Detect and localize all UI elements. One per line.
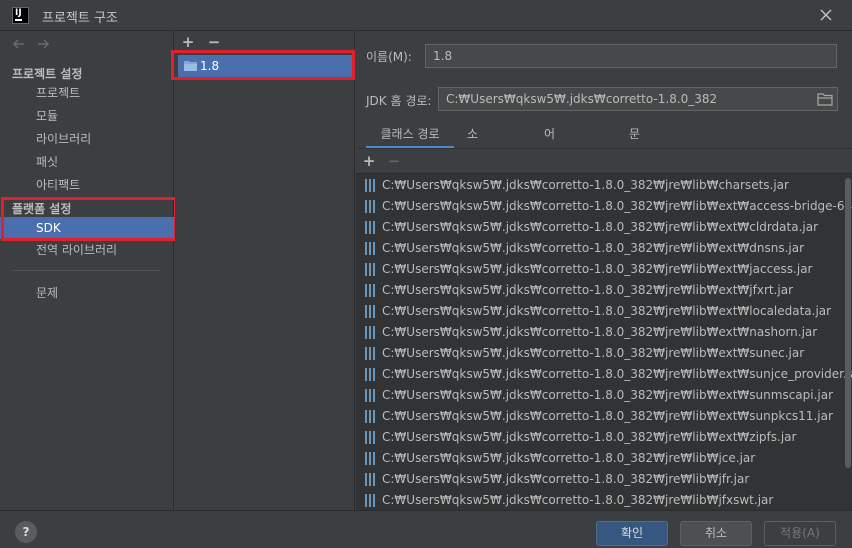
cancel-button[interactable]: 취소 — [680, 521, 752, 546]
classpath-scrollbar[interactable] — [845, 178, 851, 468]
jar-icon — [365, 410, 375, 423]
list-item[interactable]: C:₩Users₩qksw5₩.jdks₩corretto-1.8.0_382₩… — [356, 364, 852, 385]
jar-icon — [365, 326, 375, 339]
classpath-list[interactable]: C:₩Users₩qksw5₩.jdks₩corretto-1.8.0_382₩… — [356, 173, 852, 510]
classpath-entry-text: C:₩Users₩qksw5₩.jdks₩corretto-1.8.0_382₩… — [382, 283, 794, 297]
sidebar-item-artifacts[interactable]: 아티팩트 — [0, 174, 174, 196]
sdk-details-panel: 이름(M): 1.8 JDK 홈 경로: C:₩Users₩qksw5₩.jdk… — [356, 31, 852, 510]
jar-icon — [365, 347, 375, 360]
window-title: 프로젝트 구조 — [42, 11, 118, 26]
list-item[interactable]: C:₩Users₩qksw5₩.jdks₩corretto-1.8.0_382₩… — [356, 469, 842, 490]
jar-icon — [365, 263, 375, 276]
sidebar-separator — [12, 270, 160, 271]
tab-sourcepath[interactable]: 소스 경로 — [467, 123, 478, 207]
classpath-toolbar: + − — [356, 149, 852, 173]
list-item[interactable]: C:₩Users₩qksw5₩.jdks₩corretto-1.8.0_382₩… — [356, 280, 842, 301]
classpath-entry-text: C:₩Users₩qksw5₩.jdks₩corretto-1.8.0_382₩… — [382, 304, 832, 318]
jar-icon — [365, 221, 375, 234]
classpath-entry-text: C:₩Users₩qksw5₩.jdks₩corretto-1.8.0_382₩… — [382, 325, 818, 339]
jar-icon — [365, 242, 375, 255]
help-icon[interactable]: ? — [15, 521, 37, 543]
jar-icon — [365, 473, 375, 486]
classpath-entry-text: C:₩Users₩qksw5₩.jdks₩corretto-1.8.0_382₩… — [382, 346, 805, 360]
tab-documentation[interactable]: 문서 경로 — [629, 123, 640, 207]
classpath-entry-text: C:₩Users₩qksw5₩.jdks₩corretto-1.8.0_382₩… — [382, 220, 819, 234]
jar-icon — [365, 305, 375, 318]
list-item[interactable]: C:₩Users₩qksw5₩.jdks₩corretto-1.8.0_382₩… — [356, 343, 842, 364]
sidebar-item-facets[interactable]: 패싯 — [0, 151, 174, 173]
list-item[interactable]: C:₩Users₩qksw5₩.jdks₩corretto-1.8.0_382₩… — [356, 427, 842, 448]
arrow-left-icon[interactable] — [10, 35, 28, 53]
classpath-entry-text: C:₩Users₩qksw5₩.jdks₩corretto-1.8.0_382₩… — [382, 451, 756, 465]
close-icon[interactable] — [818, 7, 834, 23]
tab-classpath[interactable]: 클래스 경로 — [366, 123, 454, 149]
classpath-entry-text: C:₩Users₩qksw5₩.jdks₩corretto-1.8.0_382₩… — [382, 262, 813, 276]
list-item[interactable]: C:₩Users₩qksw5₩.jdks₩corretto-1.8.0_382₩… — [356, 259, 842, 280]
jar-icon — [365, 179, 375, 192]
sidebar-item-problems[interactable]: 문제 — [0, 282, 174, 304]
classpath-entry-text: C:₩Users₩qksw5₩.jdks₩corretto-1.8.0_382₩… — [382, 409, 833, 423]
classpath-entry-text: C:₩Users₩qksw5₩.jdks₩corretto-1.8.0_382₩… — [382, 493, 774, 507]
classpath-entry-text: C:₩Users₩qksw5₩.jdks₩corretto-1.8.0_382₩… — [382, 388, 834, 402]
list-item[interactable]: C:₩Users₩qksw5₩.jdks₩corretto-1.8.0_382₩… — [356, 196, 852, 217]
add-sdk-button[interactable]: + — [180, 33, 196, 51]
tab-annotations[interactable]: 어노테이션 — [544, 123, 555, 229]
app-icon-text: IJ — [15, 8, 22, 18]
dialog-footer: ? 확인 취소 적용(A) — [0, 510, 852, 548]
list-item[interactable]: C:₩Users₩qksw5₩.jdks₩corretto-1.8.0_382₩… — [356, 175, 842, 196]
intellij-app-icon: IJ — [12, 7, 29, 24]
ok-button[interactable]: 확인 — [596, 521, 668, 546]
sdk-list-panel: + − 1.8 — [171, 31, 355, 510]
folder-browse-icon[interactable] — [817, 92, 833, 106]
list-item[interactable]: C:₩Users₩qksw5₩.jdks₩corretto-1.8.0_382₩… — [356, 238, 842, 259]
apply-button[interactable]: 적용(A) — [764, 521, 836, 546]
list-item[interactable]: C:₩Users₩qksw5₩.jdks₩corretto-1.8.0_382₩… — [356, 301, 842, 322]
jar-icon — [365, 389, 375, 402]
classpath-entry-text: C:₩Users₩qksw5₩.jdks₩corretto-1.8.0_382₩… — [382, 430, 797, 444]
sidebar-item-global-libraries[interactable]: 전역 라이브러리 — [0, 239, 174, 261]
list-item[interactable]: C:₩Users₩qksw5₩.jdks₩corretto-1.8.0_382₩… — [356, 406, 842, 427]
sdk-list-item[interactable]: 1.8 — [178, 55, 353, 77]
jdk-home-path-field[interactable]: C:₩Users₩qksw5₩.jdks₩corretto-1.8.0_382 — [438, 87, 838, 111]
folder-icon — [184, 61, 197, 71]
project-settings-header: 프로젝트 설정 — [12, 67, 83, 81]
jar-icon — [365, 494, 375, 507]
name-field[interactable]: 1.8 — [425, 44, 837, 68]
list-item[interactable]: C:₩Users₩qksw5₩.jdks₩corretto-1.8.0_382₩… — [356, 490, 842, 510]
jdk-home-label: JDK 홈 경로: — [366, 94, 432, 108]
classpath-entry-text: C:₩Users₩qksw5₩.jdks₩corretto-1.8.0_382₩… — [382, 178, 789, 192]
title-bar: IJ 프로젝트 구조 — [0, 0, 852, 31]
jar-icon — [365, 431, 375, 444]
sidebar: 프로젝트 설정 프로젝트 모듈 라이브러리 패싯 아티팩트 플랫폼 설정 SDK… — [0, 31, 177, 510]
sidebar-item-sdk[interactable]: SDK — [0, 217, 174, 239]
jar-icon — [365, 452, 375, 465]
sdk-list-item-label: 1.8 — [200, 59, 220, 73]
name-label: 이름(M): — [366, 50, 412, 64]
list-item[interactable]: C:₩Users₩qksw5₩.jdks₩corretto-1.8.0_382₩… — [356, 217, 842, 238]
list-item[interactable]: C:₩Users₩qksw5₩.jdks₩corretto-1.8.0_382₩… — [356, 448, 842, 469]
sidebar-item-project[interactable]: 프로젝트 — [0, 82, 174, 104]
arrow-right-icon[interactable] — [34, 35, 52, 53]
jar-icon — [365, 368, 375, 381]
remove-classpath-button[interactable]: − — [386, 152, 402, 170]
remove-sdk-button[interactable]: − — [206, 33, 222, 51]
jar-icon — [365, 284, 375, 297]
classpath-entry-text: C:₩Users₩qksw5₩.jdks₩corretto-1.8.0_382₩… — [382, 199, 852, 213]
list-item[interactable]: C:₩Users₩qksw5₩.jdks₩corretto-1.8.0_382₩… — [356, 385, 842, 406]
add-classpath-button[interactable]: + — [361, 152, 377, 170]
platform-settings-header: 플랫폼 설정 — [12, 202, 72, 216]
sidebar-item-modules[interactable]: 모듈 — [0, 105, 174, 127]
classpath-entry-text: C:₩Users₩qksw5₩.jdks₩corretto-1.8.0_382₩… — [382, 472, 750, 486]
classpath-entry-text: C:₩Users₩qksw5₩.jdks₩corretto-1.8.0_382₩… — [382, 241, 805, 255]
list-item[interactable]: C:₩Users₩qksw5₩.jdks₩corretto-1.8.0_382₩… — [356, 322, 842, 343]
classpath-entry-text: C:₩Users₩qksw5₩.jdks₩corretto-1.8.0_382₩… — [382, 367, 852, 381]
jar-icon — [365, 200, 375, 213]
jdk-home-path-value: C:₩Users₩qksw5₩.jdks₩corretto-1.8.0_382 — [446, 92, 718, 106]
sidebar-item-libraries[interactable]: 라이브러리 — [0, 128, 174, 150]
